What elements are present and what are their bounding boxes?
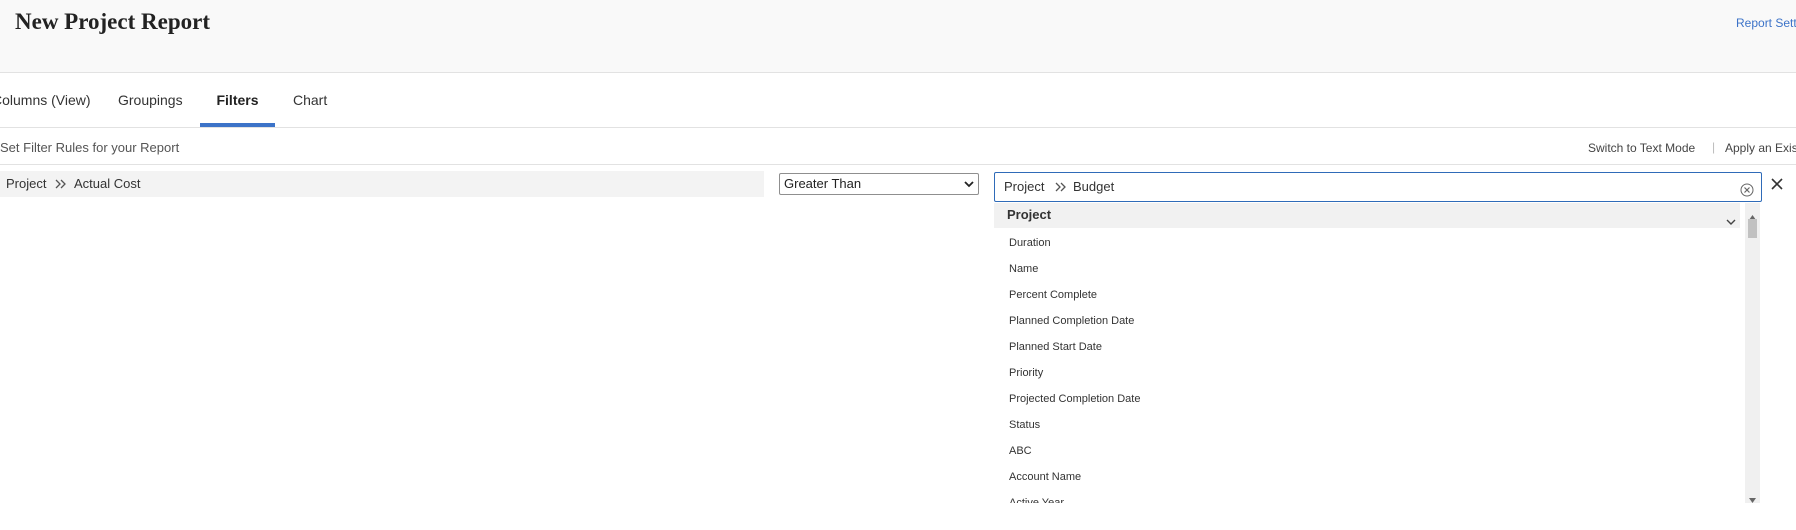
chevron-down-icon: [1726, 210, 1736, 225]
page-title: New Project Report: [15, 9, 210, 34]
dropdown-scrollbar[interactable]: [1745, 203, 1760, 503]
dropdown-option[interactable]: Active Year: [1009, 492, 1064, 503]
scrollbar-thumb[interactable]: [1748, 219, 1757, 238]
field-object-label: Project: [6, 176, 47, 191]
tab-chart[interactable]: Chart: [293, 73, 327, 127]
dropdown-option[interactable]: Duration: [1009, 232, 1051, 254]
dropdown-option[interactable]: Planned Start Date: [1009, 336, 1102, 358]
dropdown-option[interactable]: Projected Completion Date: [1009, 388, 1140, 410]
tab-filters[interactable]: Filters: [200, 73, 275, 127]
tab-columns-view[interactable]: Columns (View): [0, 73, 91, 127]
field-options-dropdown: Project Duration Name Percent Complete P…: [994, 203, 1746, 503]
clear-circle-x-icon[interactable]: [1740, 179, 1754, 197]
filter-rules-heading: Set Filter Rules for your Report: [0, 140, 180, 155]
dropdown-option[interactable]: Percent Complete: [1009, 284, 1097, 306]
comparison-value-input[interactable]: Project Budget: [994, 172, 1762, 202]
dropdown-option[interactable]: Priority: [1009, 362, 1043, 384]
chevron-down-icon: [963, 174, 975, 200]
tab-groupings[interactable]: Groupings: [118, 73, 183, 127]
option-group-header[interactable]: Project: [994, 203, 1740, 228]
dropdown-option[interactable]: Account Name: [1009, 466, 1081, 488]
toolbar-separator: |: [1712, 140, 1716, 154]
double-chevron-right-icon: [55, 171, 66, 206]
dropdown-option[interactable]: ABC: [1009, 440, 1032, 462]
report-tabs: Columns (View) Groupings Filters Chart: [0, 73, 1796, 128]
dropdown-option[interactable]: Name: [1009, 258, 1038, 280]
report-settings-link[interactable]: Report Settings: [1736, 16, 1796, 30]
switch-to-text-mode-link[interactable]: Switch to Text Mode: [1588, 141, 1695, 155]
option-group-label: Project: [1007, 207, 1052, 222]
filter-field-selector[interactable]: Project Actual Cost: [0, 171, 764, 197]
field-name-label: Actual Cost: [74, 176, 141, 191]
report-header: New Project Report Report Settings: [0, 0, 1796, 73]
filter-toolbar: Set Filter Rules for your Report Switch …: [0, 128, 1796, 165]
value-object-label: Project: [1004, 179, 1045, 194]
dropdown-option[interactable]: Planned Completion Date: [1009, 310, 1134, 332]
operator-value: Greater Than: [784, 176, 862, 191]
value-field-label: Budget: [1073, 179, 1115, 194]
close-icon[interactable]: [1770, 177, 1784, 191]
dropdown-option[interactable]: Status: [1009, 414, 1040, 436]
scroll-down-arrow-icon[interactable]: [1749, 490, 1756, 508]
operator-select[interactable]: Greater Than: [779, 173, 979, 195]
apply-existing-filter-link[interactable]: Apply an Existing Filter: [1725, 141, 1796, 155]
